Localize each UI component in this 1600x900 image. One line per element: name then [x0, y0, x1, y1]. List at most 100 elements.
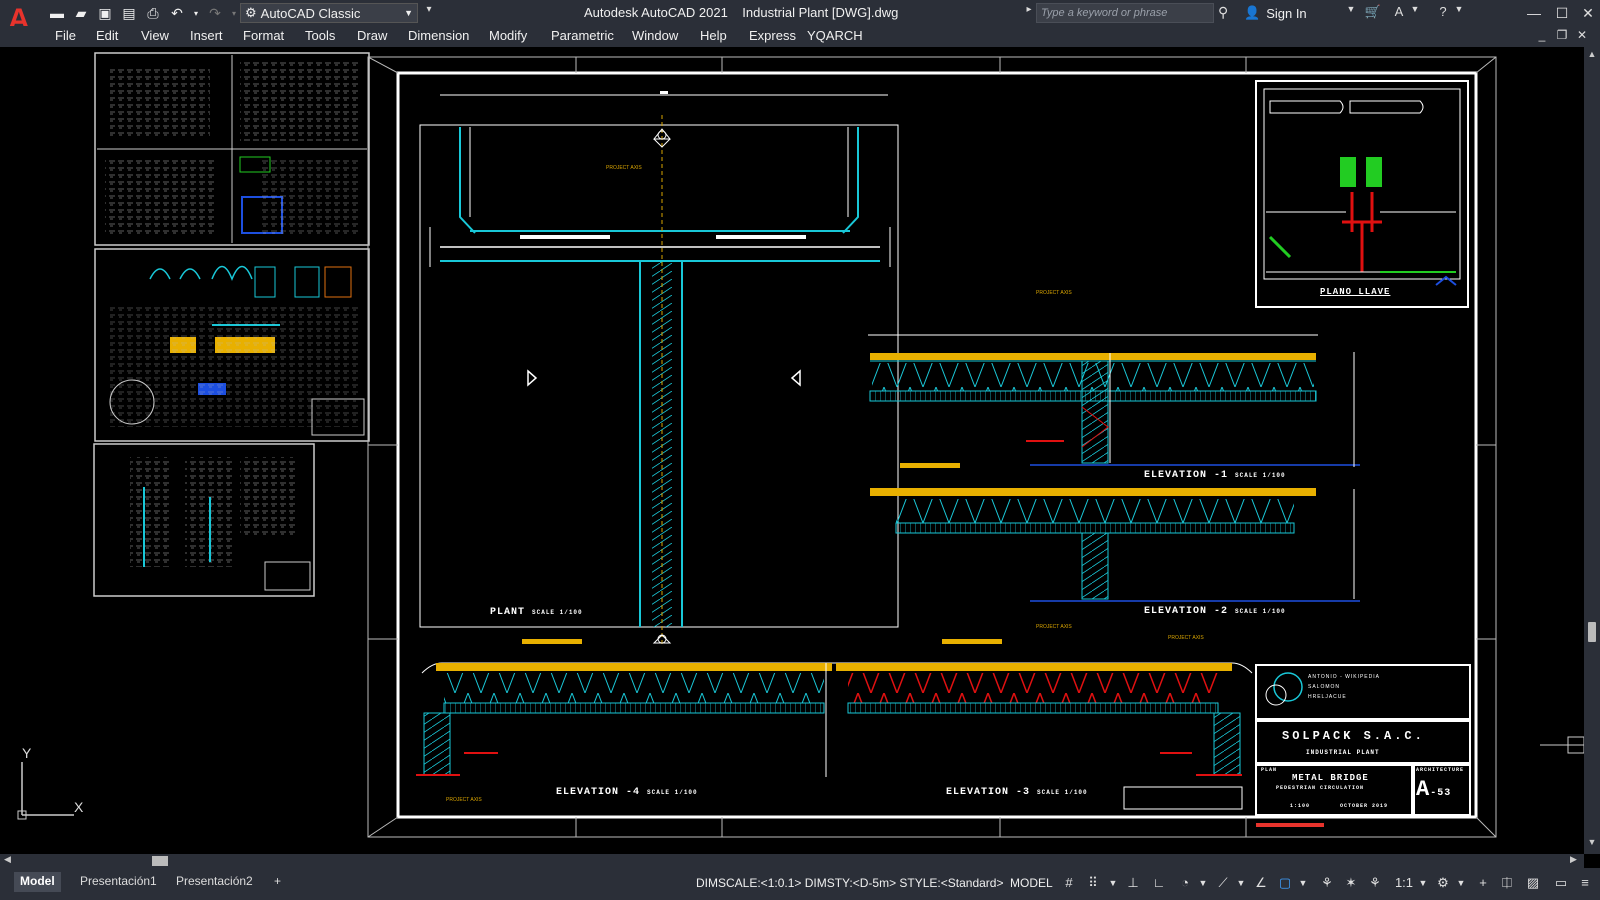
company-name: SOLPACK S.A.C. — [1282, 729, 1425, 743]
plus-icon[interactable]: + — [1474, 874, 1492, 892]
drawing-canvas[interactable]: PLANT SCALE 1/100 ELEVATION -1 SCALE 1/1… — [0, 47, 1584, 854]
a360-dropdown-icon[interactable]: ▼ — [1406, 4, 1424, 22]
horizontal-scroll-thumb[interactable] — [152, 856, 168, 866]
menu-tools[interactable]: Tools — [305, 28, 335, 43]
menu-edit[interactable]: Edit — [96, 28, 118, 43]
clean-screen-icon[interactable]: ▭ — [1552, 874, 1570, 892]
scroll-down-icon[interactable]: ▼ — [1586, 837, 1598, 847]
gear-icon: ⚙ — [245, 5, 257, 20]
snap-dropdown-icon[interactable]: ▼ — [1104, 874, 1122, 892]
menu-yqarch[interactable]: YQARCH — [807, 28, 863, 43]
new-icon[interactable]: ▬ — [48, 4, 66, 22]
project-axis-label: PROJECT AXIS — [1036, 290, 1072, 296]
grid-icon[interactable]: # — [1060, 874, 1078, 892]
workspace-dropdown-icon[interactable]: ▼ — [1452, 874, 1470, 892]
close-icon[interactable]: ✕ — [1576, 2, 1600, 24]
cart-icon[interactable]: 🛒 — [1364, 4, 1382, 22]
vertical-scrollbar[interactable]: ▲ ▼ — [1584, 47, 1600, 854]
isometric-icon[interactable]: ⟋ — [1214, 874, 1232, 892]
horizontal-scrollbar[interactable]: ◀ ▶ — [0, 854, 1584, 868]
user-icon: 👤 — [1244, 5, 1261, 20]
annotation-scale-icon[interactable]: ⚘ — [1366, 874, 1384, 892]
open-icon[interactable]: ▰ — [72, 4, 90, 22]
tab-presentacion1[interactable]: Presentación1 — [74, 872, 163, 892]
tab-presentacion2[interactable]: Presentación2 — [170, 872, 259, 892]
polar-tracking-icon[interactable]: ◔ — [1176, 874, 1194, 892]
maximize-icon[interactable]: ☐ — [1550, 2, 1574, 24]
help-dropdown-icon[interactable]: ▼ — [1450, 4, 1468, 22]
vertical-scroll-thumb[interactable] — [1588, 622, 1596, 642]
annotation-visibility-icon[interactable]: ⚘ — [1318, 874, 1336, 892]
customization-icon[interactable]: ≡ — [1576, 874, 1594, 892]
customize-qat-icon[interactable]: ▾ — [420, 4, 438, 22]
elevation-3-4-view[interactable] — [416, 639, 1253, 777]
print-icon[interactable]: ⎙ — [144, 4, 162, 22]
elevation-3-label: ELEVATION -3 — [946, 787, 1031, 798]
menu-view[interactable]: View — [141, 28, 169, 43]
menu-parametric[interactable]: Parametric — [551, 28, 614, 43]
redo-dropdown-icon[interactable]: ▾ — [230, 4, 238, 22]
scroll-left-icon[interactable]: ◀ — [4, 854, 11, 865]
tab-model[interactable]: Model — [14, 872, 61, 892]
key-plan[interactable] — [1255, 80, 1469, 308]
auto-scale-icon[interactable]: ✶ — [1342, 874, 1360, 892]
undo-dropdown-icon[interactable]: ▾ — [192, 4, 200, 22]
menu-dimension[interactable]: Dimension — [408, 28, 469, 43]
doc-minimize-icon[interactable]: _ — [1534, 28, 1550, 44]
project-axis-label: PROJECT AXIS — [446, 797, 482, 803]
undo-icon[interactable]: ↶ — [168, 4, 186, 22]
object-snap-dropdown-icon[interactable]: ▼ — [1294, 874, 1312, 892]
workspace-selector[interactable]: ⚙ AutoCAD Classic ▼ — [240, 3, 418, 23]
save-icon[interactable]: ▣ — [96, 4, 114, 22]
menu-insert[interactable]: Insert — [190, 28, 223, 43]
ortho-icon[interactable]: ∟ — [1150, 874, 1168, 892]
sheet-number: A-53 — [1416, 777, 1451, 802]
menu-express[interactable]: Express — [749, 28, 796, 43]
title-bar: A ▬ ▰ ▣ ▤ ⎙ ↶ ▾ ↷ ▾ ⚙ AutoCAD Classic ▼ … — [0, 0, 1600, 36]
add-layout-icon[interactable]: + — [268, 872, 287, 892]
doc-restore-icon[interactable]: ❐ — [1554, 28, 1570, 44]
signin-dropdown-icon[interactable]: ▼ — [1342, 4, 1360, 22]
plan-title: PLANT SCALE 1/100 — [490, 607, 583, 618]
sign-in-button[interactable]: 👤 Sign In — [1244, 5, 1307, 21]
sheet-thumbnail-1[interactable] — [94, 52, 370, 246]
plan-label: PLANT — [490, 607, 526, 618]
save-as-icon[interactable]: ▤ — [120, 4, 138, 22]
elevation-3-scale: SCALE 1/100 — [1037, 789, 1088, 796]
project-axis-label: PROJECT AXIS — [606, 165, 642, 171]
scroll-right-icon[interactable]: ▶ — [1570, 854, 1577, 865]
menu-format[interactable]: Format — [243, 28, 284, 43]
isometric-dropdown-icon[interactable]: ▼ — [1232, 874, 1250, 892]
object-snap-tracking-icon[interactable]: ∠ — [1252, 874, 1270, 892]
annotation-scale-value[interactable]: 1:1 — [1392, 874, 1416, 892]
hardware-acceleration-icon[interactable]: ▨ — [1524, 874, 1542, 892]
redo-icon[interactable]: ↷ — [206, 4, 224, 22]
plan-view[interactable] — [419, 91, 899, 647]
sheet-thumbnail-2[interactable] — [94, 248, 370, 442]
menu-window[interactable]: Window — [632, 28, 678, 43]
menu-bar: File Edit View Insert Format Tools Draw … — [0, 26, 1600, 47]
menu-modify[interactable]: Modify — [489, 28, 527, 43]
elevation-1-label: ELEVATION -1 — [1144, 470, 1229, 481]
model-space-button[interactable]: MODEL — [1010, 876, 1053, 890]
workspace-switch-gear-icon[interactable]: ⚙ — [1434, 874, 1452, 892]
minimize-icon[interactable]: — — [1522, 2, 1546, 24]
polar-dropdown-icon[interactable]: ▼ — [1194, 874, 1212, 892]
snap-icon[interactable]: ⠿ — [1084, 874, 1102, 892]
elevation-1-scale: SCALE 1/100 — [1235, 472, 1286, 479]
scroll-up-icon[interactable]: ▲ — [1586, 49, 1598, 59]
search-input[interactable]: Type a keyword or phrase — [1036, 3, 1214, 23]
menu-help[interactable]: Help — [700, 28, 727, 43]
elevation-2-view[interactable] — [870, 463, 1360, 602]
sheet-thumbnail-3[interactable] — [93, 443, 315, 597]
infer-constraints-icon[interactable]: ⊥ — [1124, 874, 1142, 892]
search-icon[interactable]: ⚲ — [1218, 4, 1236, 22]
doc-close-icon[interactable]: ✕ — [1574, 28, 1590, 44]
scale-dropdown-icon[interactable]: ▼ — [1414, 874, 1432, 892]
menu-draw[interactable]: Draw — [357, 28, 387, 43]
object-snap-icon[interactable]: ▢ — [1276, 874, 1294, 892]
menu-file[interactable]: File — [55, 28, 76, 43]
elevation-1-view[interactable] — [868, 334, 1360, 467]
elevation-4-scale: SCALE 1/100 — [647, 789, 698, 796]
isolate-objects-icon[interactable]: ⎅ — [1498, 874, 1516, 892]
